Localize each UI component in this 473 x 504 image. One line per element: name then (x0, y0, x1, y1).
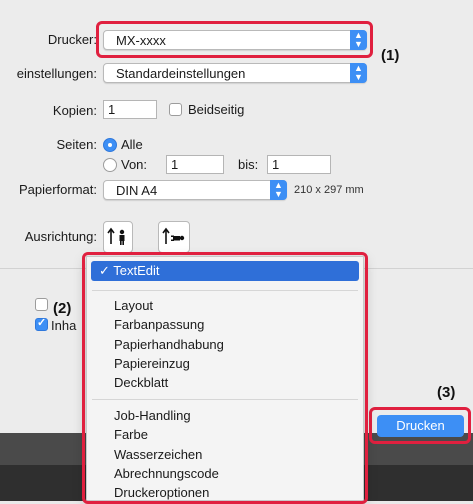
paper-size-text: 210 x 297 mm (294, 184, 364, 196)
duplex-checkbox[interactable] (169, 103, 182, 116)
paper-popup[interactable]: DIN A4 ▲ ▼ (103, 180, 287, 200)
callout-3: (3) (437, 384, 456, 401)
pages-label: Seiten: (56, 137, 97, 152)
landscape-orientation-icon (162, 227, 185, 244)
pages-all-radio[interactable] (103, 138, 117, 152)
highlight-menu (82, 252, 368, 504)
landscape-orientation-button[interactable] (158, 221, 190, 253)
pages-all-label: Alle (121, 137, 143, 152)
option-checkbox-1[interactable] (35, 298, 48, 311)
highlight-print-button (369, 407, 471, 444)
option-checkbox-2-label: Inha (51, 318, 77, 333)
option-checkbox-2[interactable]: ✓ (35, 317, 48, 331)
portrait-orientation-icon (107, 227, 125, 245)
orientation-label: Ausrichtung: (24, 229, 97, 244)
chevron-updown-icon: ▲ ▼ (350, 63, 367, 83)
pages-from-label: Von: (121, 157, 148, 172)
paper-label: Papierformat: (18, 182, 97, 197)
highlight-printer (96, 21, 373, 58)
callout-2: (2) (53, 300, 72, 317)
checkmark-icon: ✓ (37, 317, 47, 329)
paper-value: DIN A4 (116, 183, 158, 198)
chevron-updown-icon: ▲ ▼ (270, 180, 287, 200)
print-dialog: Drucker: MX-xxxx ▲ ▼ (1) einstellungen: S… (0, 0, 473, 504)
pages-to-field[interactable]: 1 (267, 155, 331, 174)
pages-from-field[interactable]: 1 (166, 155, 224, 174)
portrait-orientation-button[interactable] (103, 221, 133, 253)
printer-label: Drucker: (47, 32, 97, 47)
presets-label: einstellungen: (16, 66, 97, 81)
presets-popup[interactable]: Standardeinstellungen ▲ ▼ (103, 63, 367, 83)
pages-from-radio[interactable] (103, 158, 117, 172)
pages-to-label: bis: (238, 157, 259, 172)
copies-field[interactable]: 1 (103, 100, 157, 119)
duplex-label: Beidseitig (188, 102, 245, 117)
presets-value: Standardeinstellungen (116, 66, 246, 81)
copies-label: Kopien: (52, 103, 97, 118)
callout-1: (1) (381, 47, 400, 64)
